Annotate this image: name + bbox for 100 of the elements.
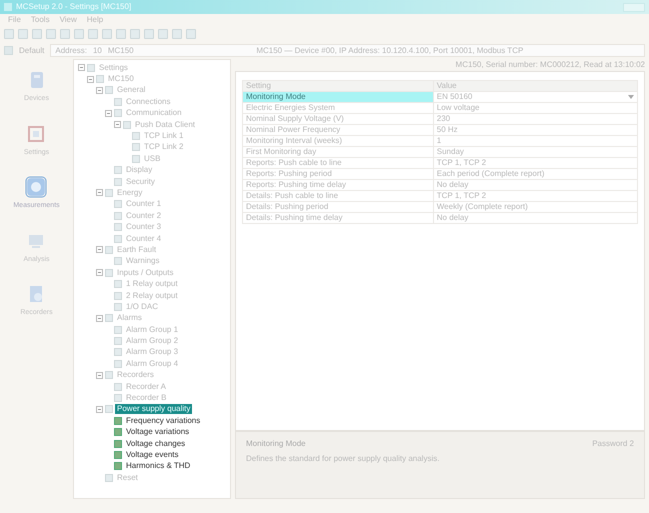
tree-item[interactable]: Settings <box>97 62 130 73</box>
node-icon <box>105 314 113 322</box>
caret-icon <box>628 95 634 99</box>
node-icon <box>114 98 122 106</box>
tree-item[interactable]: Frequency variations <box>124 416 202 426</box>
address-field[interactable]: Address: 10 MC150 MC150 — Device #00, IP Address: 10.120.4.100, Port 10001, Modbus TCP <box>50 44 645 57</box>
tree-item[interactable]: 2 Relay output <box>124 290 180 300</box>
dropdown-value: EN 50160 <box>436 92 472 102</box>
collapse-icon[interactable] <box>96 246 103 254</box>
device-info: MC150, Serial number: MC000212, Read at 13:10:02 <box>454 59 645 71</box>
window-controls[interactable] <box>623 2 645 12</box>
sidebar-item-icon <box>25 176 48 198</box>
tree-item[interactable]: Recorder A <box>124 382 168 392</box>
node-icon <box>114 440 122 448</box>
tree-item[interactable]: Warnings <box>124 256 162 266</box>
tree-item[interactable]: Earth Fault <box>115 244 158 255</box>
tree-item[interactable]: Counter 3 <box>124 222 164 232</box>
tree-item[interactable]: Harmonics & THD <box>124 461 192 472</box>
tree-item[interactable]: TCP Link 2 <box>142 142 186 152</box>
column-header[interactable]: Setting <box>242 80 434 92</box>
node-icon <box>105 371 113 380</box>
table-cell: No delay <box>433 212 638 224</box>
node-icon <box>114 337 122 346</box>
tree-item[interactable]: Power supply quality <box>115 404 192 414</box>
table-cell: Monitoring Mode <box>242 92 434 102</box>
table-cell: Reports: Push cable to line <box>242 158 434 168</box>
table-cell: TCP 1, TCP 2 <box>433 190 638 202</box>
tree-item[interactable]: 1/O DAC <box>124 302 160 312</box>
table-cell: 50 Hz <box>433 124 638 136</box>
tree-item[interactable]: TCP Link 1 <box>142 131 186 142</box>
tree-item[interactable]: Counter 4 <box>124 234 164 244</box>
collapse-icon[interactable] <box>114 121 121 128</box>
menu-item[interactable]: File <box>8 14 21 26</box>
node-icon <box>87 64 95 72</box>
collapse-icon[interactable] <box>96 406 103 413</box>
node-icon <box>114 280 122 288</box>
table-cell: Details: Pushing period <box>242 202 434 212</box>
menu-item[interactable]: Help <box>86 14 104 26</box>
tree-item[interactable]: Energy <box>115 188 144 198</box>
tree-item[interactable]: Push Data Client <box>133 120 198 130</box>
tree-item[interactable]: Alarm Group 3 <box>124 347 180 358</box>
menu-item[interactable]: View <box>60 14 77 26</box>
tree-item[interactable]: Connections <box>124 96 172 107</box>
node-icon <box>114 234 122 243</box>
collapse-icon[interactable] <box>96 189 103 196</box>
tree-item[interactable]: General <box>115 85 148 96</box>
node-icon <box>123 120 131 129</box>
collapse-icon[interactable] <box>78 64 85 72</box>
node-icon <box>105 405 113 414</box>
tree-item[interactable]: Alarm Group 2 <box>124 336 180 346</box>
table-cell: Nominal Supply Voltage (V) <box>242 114 434 124</box>
table-cell: Reports: Pushing period <box>242 168 434 180</box>
tree-item[interactable]: Inputs / Outputs <box>115 268 176 278</box>
tree-item[interactable]: MC150 <box>106 74 136 84</box>
collapse-icon[interactable] <box>105 110 112 117</box>
tree-item[interactable]: Alarm Group 1 <box>124 324 180 335</box>
description-text: Defines the standard for power supply quality analysis. <box>246 453 440 465</box>
tree-item[interactable]: USB <box>142 154 162 164</box>
table-cell: Weekly (Complete report) <box>433 202 638 212</box>
collapse-icon[interactable] <box>87 76 94 83</box>
node-icon <box>114 360 122 368</box>
tree-item[interactable]: Reset <box>115 472 140 483</box>
tree-item[interactable]: Voltage changes <box>124 438 188 449</box>
node-icon <box>114 394 122 402</box>
profile-label[interactable]: Default <box>19 44 44 56</box>
tree-item[interactable]: Alarm Group 4 <box>124 358 180 369</box>
node-icon <box>114 166 122 174</box>
node-icon <box>114 200 122 208</box>
tree-item[interactable]: Voltage events <box>124 450 180 460</box>
collapse-icon[interactable] <box>96 269 103 276</box>
tree-item[interactable]: Voltage variations <box>124 427 192 438</box>
collapse-icon[interactable] <box>96 372 103 379</box>
node-icon <box>96 75 104 84</box>
node-icon <box>132 132 140 140</box>
tree-item[interactable]: Recorder B <box>124 393 168 404</box>
collapse-icon[interactable] <box>96 314 103 322</box>
node-icon <box>105 474 113 482</box>
node-icon <box>114 109 122 118</box>
menu-item[interactable]: Tools <box>30 14 50 26</box>
tree-item[interactable]: Alarms <box>115 313 144 324</box>
table-cell: Electric Energies System <box>242 102 434 114</box>
tree-item[interactable]: Communication <box>124 108 184 118</box>
table-cell: 230 <box>433 114 638 124</box>
table-cell: TCP 1, TCP 2 <box>433 158 638 168</box>
node-icon <box>132 143 140 152</box>
node-icon <box>114 382 122 391</box>
node-icon <box>114 223 122 232</box>
node-icon <box>114 178 122 186</box>
column-header[interactable]: Value <box>433 80 638 92</box>
node-icon <box>114 428 122 436</box>
access-level: Password 2 <box>592 438 634 450</box>
tree-item[interactable]: Counter 2 <box>124 210 164 221</box>
tree-item[interactable]: Security <box>124 176 157 187</box>
tree-item[interactable]: 1 Relay output <box>124 279 180 290</box>
tree-item[interactable]: Display <box>124 165 154 176</box>
tree-item[interactable]: Counter 1 <box>124 199 164 210</box>
node-icon <box>132 154 140 163</box>
table-cell: Sunday <box>433 146 638 158</box>
tree-item[interactable]: Recorders <box>115 370 156 380</box>
collapse-icon[interactable] <box>96 86 103 94</box>
